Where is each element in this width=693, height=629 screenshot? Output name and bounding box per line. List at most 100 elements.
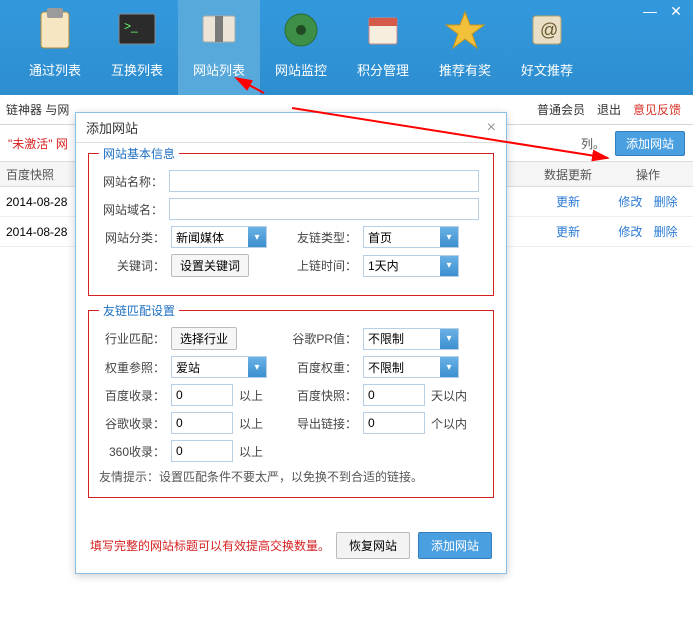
bdshot-input[interactable] (363, 384, 425, 406)
tab-good-article[interactable]: @ 好文推荐 (506, 0, 588, 95)
wref-select[interactable]: 爱站 ▾ (171, 356, 267, 378)
th-bd: 百度快照 (0, 166, 68, 183)
gpr-select[interactable]: 不限制 ▾ (363, 328, 459, 350)
tab-label: 好文推荐 (521, 60, 573, 79)
industry-label: 行业匹配： (99, 330, 165, 347)
chevron-down-icon: ▾ (440, 357, 458, 377)
gginc-input[interactable] (171, 412, 233, 434)
notice-tail: 列。 (581, 135, 605, 152)
unit-text: 个以内 (431, 415, 467, 432)
restore-site-button[interactable]: 恢复网站 (336, 532, 410, 559)
edit-link[interactable]: 修改 (618, 225, 642, 239)
chevron-down-icon: ▾ (440, 256, 458, 276)
select-value: 1天内 (368, 257, 399, 274)
tab-label: 推荐有奖 (439, 60, 491, 79)
dialog-title-bar[interactable]: 添加网站 × (76, 113, 506, 143)
site-domain-input[interactable] (169, 198, 479, 220)
window-buttons: — ✕ (637, 0, 689, 22)
unit-text: 以上 (239, 443, 263, 460)
fieldset-legend: 友链匹配设置 (99, 302, 179, 319)
dialog-body: 网站基本信息 网站名称： 网站域名： 网站分类： 新闻媒体 ▾ 友链类型： (76, 143, 506, 522)
calendar-icon (359, 6, 407, 54)
add-site-submit-button[interactable]: 添加网站 (418, 532, 492, 559)
delete-link[interactable]: 删除 (654, 195, 678, 209)
window-icon (195, 6, 243, 54)
unit-text: 天以内 (431, 387, 467, 404)
update-link[interactable]: 更新 (556, 225, 580, 239)
chevron-down-icon: ▾ (440, 227, 458, 247)
tab-label: 积分管理 (357, 60, 409, 79)
tips-text: 友情提示：设置匹配条件不要太严，以免换不到合适的链接。 (99, 468, 483, 485)
s360-input[interactable] (171, 440, 233, 462)
delete-link[interactable]: 删除 (654, 225, 678, 239)
linktime-label: 上链时间： (291, 257, 357, 274)
minimize-button[interactable]: — (637, 0, 663, 22)
select-value: 新闻媒体 (176, 229, 224, 246)
site-name-input[interactable] (169, 170, 479, 192)
bdinc-label: 百度收录： (99, 387, 165, 404)
select-value: 首页 (368, 229, 392, 246)
chevron-down-icon: ▾ (440, 329, 458, 349)
tab-exchange-list[interactable]: >_ 互换列表 (96, 0, 178, 95)
chevron-down-icon: ▾ (248, 227, 266, 247)
outlink-input[interactable] (363, 412, 425, 434)
logout-link[interactable]: 退出 (597, 101, 621, 118)
tab-label: 网站监控 (275, 60, 327, 79)
close-icon[interactable]: × (487, 119, 496, 137)
tab-pass-list[interactable]: 通过列表 (14, 0, 96, 95)
close-button[interactable]: ✕ (663, 0, 689, 22)
name-label: 网站名称： (99, 173, 163, 190)
wref-label: 权重参照： (99, 359, 165, 376)
svg-text:@: @ (540, 20, 558, 40)
feedback-link[interactable]: 意见反馈 (633, 101, 681, 118)
dialog-footer: 填写完整的网站标题可以有效提高交换数量。 恢复网站 添加网站 (76, 522, 506, 573)
linktime-select[interactable]: 1天内 ▾ (363, 255, 459, 277)
basic-info-fieldset: 网站基本信息 网站名称： 网站域名： 网站分类： 新闻媒体 ▾ 友链类型： (88, 153, 494, 296)
bdinc-input[interactable] (171, 384, 233, 406)
member-link[interactable]: 普通会员 (537, 101, 585, 118)
category-select[interactable]: 新闻媒体 ▾ (171, 226, 267, 248)
chevron-down-icon: ▾ (248, 357, 266, 377)
tab-site-monitor[interactable]: 网站监控 (260, 0, 342, 95)
choose-industry-button[interactable]: 选择行业 (171, 327, 237, 350)
cat-label: 网站分类： (99, 229, 165, 246)
disc-icon (277, 6, 325, 54)
footer-warning: 填写完整的网站标题可以有效提高交换数量。 (90, 537, 330, 554)
tab-label: 互换列表 (111, 60, 163, 79)
match-settings-fieldset: 友链匹配设置 行业匹配： 选择行业 谷歌PR值： 不限制 ▾ 权重参照： (88, 310, 494, 498)
star-icon (441, 6, 489, 54)
gpr-label: 谷歌PR值： (291, 330, 357, 347)
outlink-label: 导出链接： (291, 415, 357, 432)
set-keyword-button[interactable]: 设置关键词 (171, 254, 249, 277)
select-value: 爱站 (176, 359, 200, 376)
unit-text: 以上 (239, 387, 263, 404)
notice-left: "未激活" 网 (8, 135, 68, 152)
at-icon: @ (523, 6, 571, 54)
cell-bd: 2014-08-28 (0, 195, 68, 209)
tab-site-list[interactable]: 网站列表 (178, 0, 260, 95)
update-link[interactable]: 更新 (556, 195, 580, 209)
gginc-label: 谷歌收录： (99, 415, 165, 432)
s360-label: 360收录： (99, 443, 165, 460)
keyword-label: 关键词： (99, 257, 165, 274)
select-value: 不限制 (368, 359, 404, 376)
tab-points[interactable]: 积分管理 (342, 0, 424, 95)
svg-text:>_: >_ (124, 19, 138, 33)
terminal-icon: >_ (113, 6, 161, 54)
edit-link[interactable]: 修改 (618, 195, 642, 209)
dialog-title: 添加网站 (86, 118, 138, 137)
linktype-select[interactable]: 首页 ▾ (363, 226, 459, 248)
th-op: 操作 (603, 166, 693, 183)
tab-label: 通过列表 (29, 60, 81, 79)
add-site-dialog: 添加网站 × 网站基本信息 网站名称： 网站域名： 网站分类： 新闻媒体 ▾ (75, 112, 507, 574)
bdshot-label: 百度快照： (291, 387, 357, 404)
tab-reward[interactable]: 推荐有奖 (424, 0, 506, 95)
fieldset-legend: 网站基本信息 (99, 145, 179, 162)
main-toolbar: 通过列表 >_ 互换列表 网站列表 网站监控 积分管理 推荐有奖 @ 好文推荐 (0, 0, 693, 95)
add-site-button[interactable]: 添加网站 (615, 131, 685, 156)
tab-label: 网站列表 (193, 60, 245, 79)
bdw-select[interactable]: 不限制 ▾ (363, 356, 459, 378)
cell-bd: 2014-08-28 (0, 225, 68, 239)
domain-label: 网站域名： (99, 201, 163, 218)
th-data: 数据更新 (533, 166, 603, 183)
